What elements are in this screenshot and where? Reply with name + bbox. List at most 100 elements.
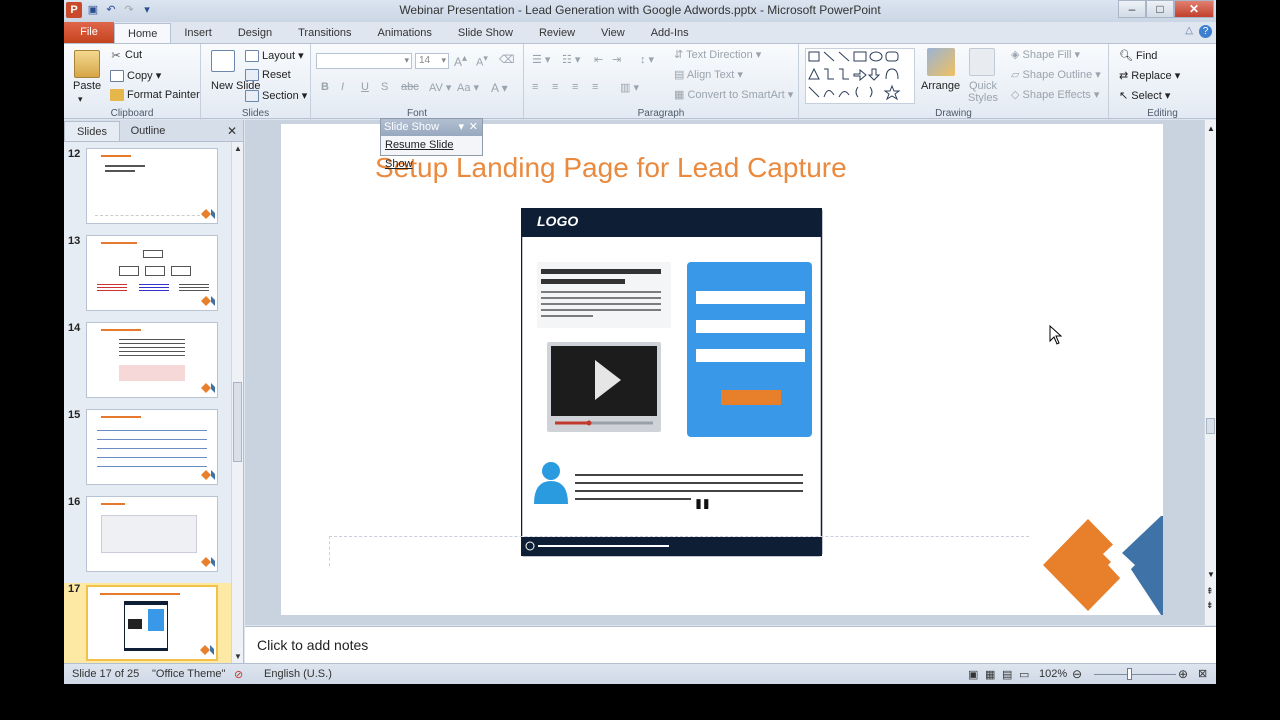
toolbar-close-icon[interactable]: ✕ <box>469 119 478 136</box>
tab-outline[interactable]: Outline <box>120 121 176 141</box>
slide-sorter-icon[interactable]: ▦ <box>985 668 995 681</box>
scroll-up-icon[interactable]: ▲ <box>234 144 242 153</box>
align-left-icon[interactable]: ≡ <box>532 81 538 93</box>
slide-thumbnail[interactable]: 15 <box>64 409 232 489</box>
slide-show-toolbar-header[interactable]: Slide Show ▾ ✕ <box>381 119 482 136</box>
copy-button[interactable]: Copy ▾ <box>110 69 161 83</box>
select-button[interactable]: ↖ Select ▾ <box>1119 89 1170 102</box>
shape-effects-button[interactable]: ◇ Shape Effects ▾ <box>1011 88 1099 101</box>
underline-icon[interactable]: U <box>361 81 369 93</box>
tab-review[interactable]: Review <box>526 23 588 43</box>
scrollbar-thumb[interactable] <box>1206 418 1215 434</box>
notes-pane[interactable]: Click to add notes <box>245 626 1216 663</box>
paste-button[interactable]: Paste <box>73 80 101 92</box>
tab-animations[interactable]: Animations <box>365 23 445 43</box>
paste-icon[interactable] <box>74 50 100 78</box>
zoom-slider-knob[interactable] <box>1127 668 1132 680</box>
language-indicator[interactable]: English (U.S.) <box>264 668 332 680</box>
change-case-icon[interactable]: Aa ▾ <box>457 81 479 94</box>
previous-slide-icon[interactable]: ⇞ <box>1206 586 1214 596</box>
format-painter-button[interactable]: Format Painter <box>110 89 200 102</box>
footer-placeholder[interactable] <box>329 536 1029 566</box>
scrollbar-thumb[interactable] <box>233 382 242 462</box>
font-size-combobox[interactable]: 14 ▾ <box>415 53 449 69</box>
close-button[interactable]: ✕ <box>1174 0 1214 18</box>
slides-pane-scrollbar[interactable]: ▲ ▼ <box>231 142 243 663</box>
layout-button[interactable]: Layout ▾ <box>245 49 304 63</box>
tab-view[interactable]: View <box>588 23 638 43</box>
next-slide-icon[interactable]: ⇟ <box>1206 600 1214 610</box>
strikethrough-icon[interactable]: abc <box>401 81 419 93</box>
tab-insert[interactable]: Insert <box>171 23 225 43</box>
resume-slide-show-button[interactable]: Resume Slide Show <box>381 136 482 174</box>
shadow-icon[interactable]: S <box>381 81 388 93</box>
tab-slides[interactable]: Slides <box>64 121 120 141</box>
slide-thumbnail[interactable]: 16 <box>64 496 232 576</box>
font-color-icon[interactable]: A ▾ <box>491 81 508 95</box>
slide-show-view-icon[interactable]: ▭ <box>1019 668 1029 681</box>
minimize-button[interactable]: – <box>1118 0 1146 18</box>
text-direction-button[interactable]: ⇵ Text Direction ▾ <box>674 48 761 61</box>
section-button[interactable]: Section ▾ <box>245 89 307 103</box>
slide-thumbnail[interactable]: 12 <box>64 148 232 228</box>
new-slide-icon[interactable] <box>211 50 235 72</box>
align-text-button[interactable]: ▤ Align Text ▾ <box>674 68 743 81</box>
tab-file[interactable]: File <box>64 22 114 43</box>
shapes-gallery[interactable] <box>805 48 915 104</box>
notes-placeholder[interactable]: Click to add notes <box>257 637 368 653</box>
tab-add-ins[interactable]: Add-Ins <box>638 23 702 43</box>
help-icon[interactable]: ? <box>1199 25 1212 38</box>
slide-canvas[interactable]: Setup Landing Page for Lead Capture " LO… <box>281 124 1163 615</box>
increase-indent-icon[interactable]: ⇥ <box>612 53 621 66</box>
align-center-icon[interactable]: ≡ <box>552 81 558 93</box>
slide-thumbnail[interactable]: 14 <box>64 322 232 402</box>
landing-page-illustration[interactable]: " <box>521 208 823 557</box>
arrange-icon[interactable] <box>927 48 955 76</box>
toolbar-dropdown-icon[interactable]: ▾ <box>458 119 464 136</box>
zoom-out-icon[interactable]: ⊖ <box>1072 667 1082 681</box>
slide-thumbnail[interactable]: 13 <box>64 235 232 315</box>
columns-icon[interactable]: ▥ ▾ <box>620 81 639 94</box>
font-name-combobox[interactable]: ▾ <box>316 53 412 69</box>
reading-view-icon[interactable]: ▤ <box>1002 668 1012 681</box>
convert-smartart-button[interactable]: ▦ Convert to SmartArt ▾ <box>674 88 793 101</box>
quick-styles-button[interactable]: Quick Styles <box>965 80 1001 104</box>
shape-outline-button[interactable]: ▱ Shape Outline ▾ <box>1011 68 1101 81</box>
quick-styles-icon[interactable] <box>969 48 995 76</box>
find-button[interactable]: 🔍︎ Find <box>1119 49 1157 62</box>
scroll-down-icon[interactable]: ▼ <box>234 652 242 661</box>
shrink-font-icon[interactable]: A▾ <box>476 53 488 69</box>
grow-font-icon[interactable]: A▴ <box>454 53 467 69</box>
tab-design[interactable]: Design <box>225 23 285 43</box>
close-pane-icon[interactable]: ✕ <box>227 124 237 138</box>
normal-view-icon[interactable]: ▣ <box>968 668 978 681</box>
slide-thumbnail-selected[interactable]: 17 <box>64 583 232 665</box>
italic-icon[interactable]: I <box>341 81 344 93</box>
bold-icon[interactable]: B <box>321 81 329 93</box>
scroll-up-icon[interactable]: ▲ <box>1207 124 1215 133</box>
zoom-level[interactable]: 102% <box>1039 668 1067 680</box>
char-spacing-icon[interactable]: AV ▾ <box>429 81 451 94</box>
numbering-icon[interactable]: ☷ ▾ <box>562 53 580 66</box>
justify-icon[interactable]: ≡ <box>592 81 598 93</box>
theme-name[interactable]: "Office Theme" <box>152 668 225 680</box>
align-right-icon[interactable]: ≡ <box>572 81 578 93</box>
clear-format-icon[interactable]: ⌫ <box>499 53 515 66</box>
slide-scrollbar[interactable]: ▲ ▼ ⇞ ⇟ <box>1204 120 1216 625</box>
decrease-indent-icon[interactable]: ⇤ <box>594 53 603 66</box>
fit-to-window-icon[interactable]: ⊠ <box>1198 667 1207 680</box>
maximize-button[interactable]: □ <box>1146 0 1174 18</box>
bullets-icon[interactable]: ☰ ▾ <box>532 53 550 66</box>
minimize-ribbon-icon[interactable]: △ <box>1185 25 1193 38</box>
cut-button[interactable]: ✂ Cut <box>110 49 142 62</box>
arrange-button[interactable]: Arrange <box>921 80 960 92</box>
tab-slide-show[interactable]: Slide Show <box>445 23 526 43</box>
replace-button[interactable]: ⇄ Replace ▾ <box>1119 69 1180 82</box>
reset-button[interactable]: Reset <box>245 69 291 82</box>
spell-check-icon[interactable]: ⊘ <box>234 668 243 681</box>
line-spacing-icon[interactable]: ↕ ▾ <box>640 53 654 66</box>
shape-fill-button[interactable]: ◈ Shape Fill ▾ <box>1011 48 1080 61</box>
scroll-down-icon[interactable]: ▼ <box>1207 570 1215 579</box>
tab-transitions[interactable]: Transitions <box>285 23 364 43</box>
zoom-in-icon[interactable]: ⊕ <box>1178 667 1188 681</box>
